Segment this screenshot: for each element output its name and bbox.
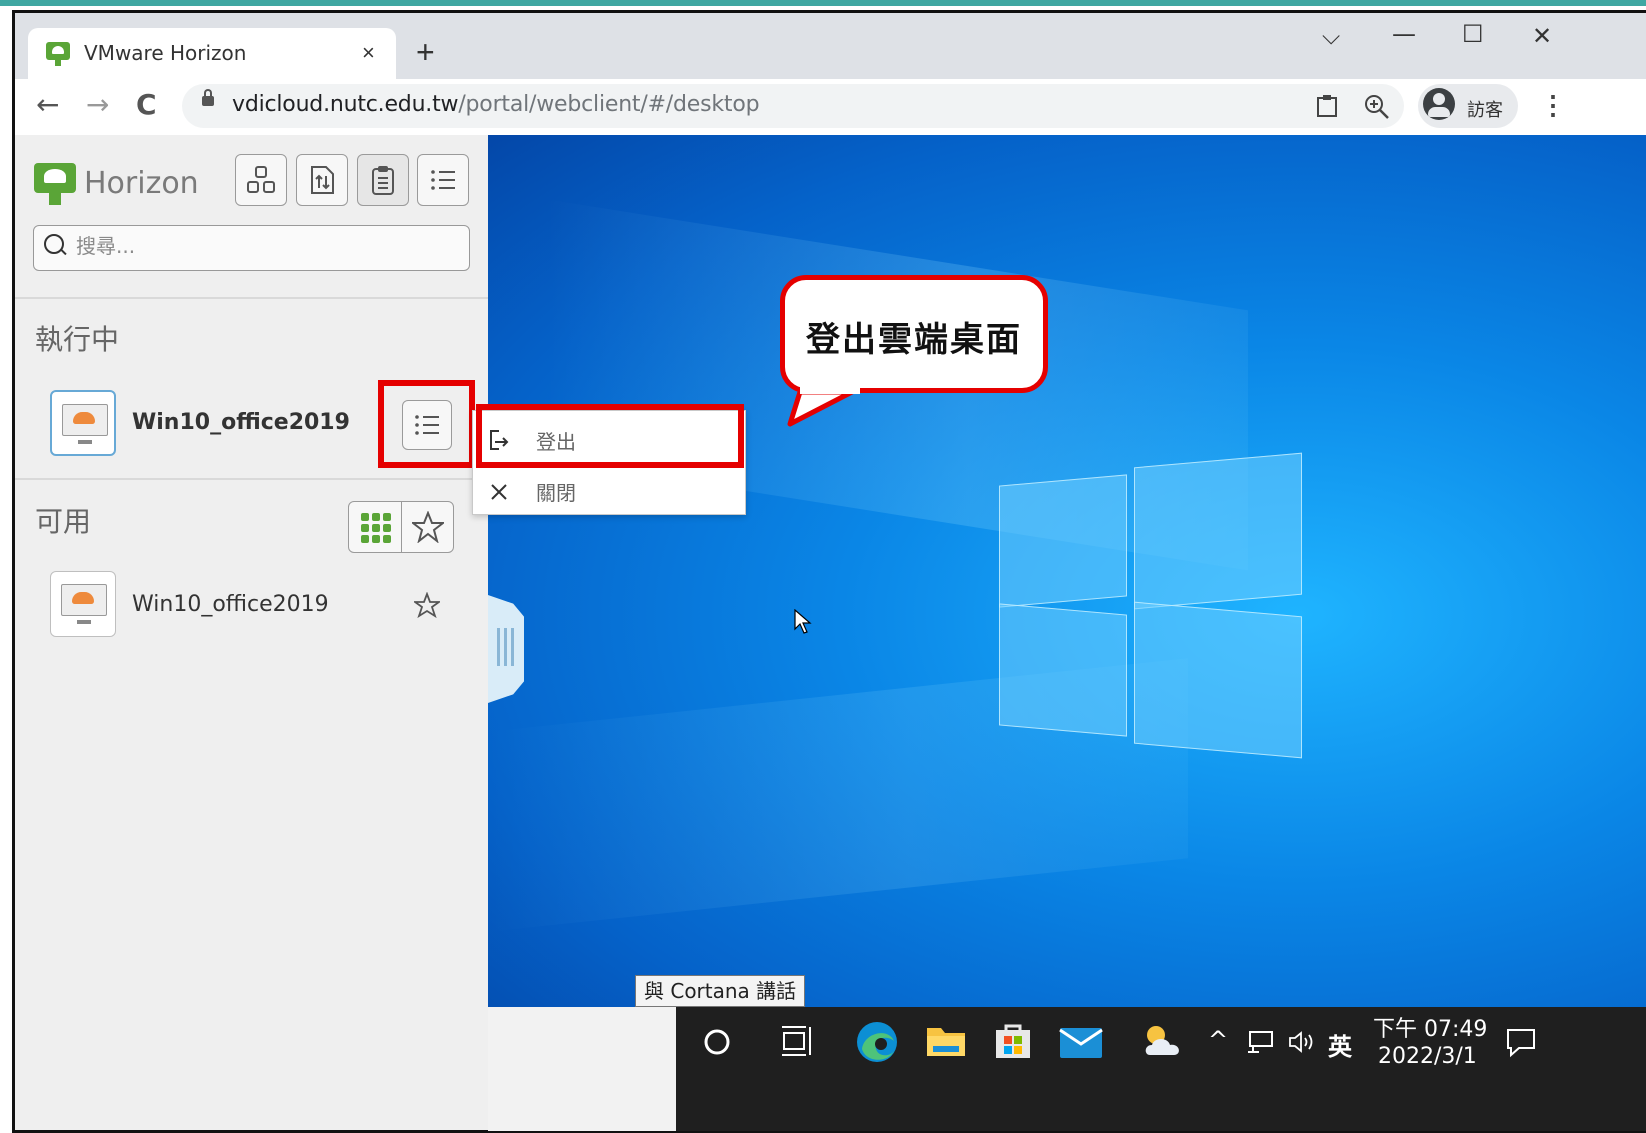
network-icon[interactable] [1245, 1029, 1277, 1055]
input-language-indicator[interactable]: 英 [1328, 1027, 1352, 1062]
taskbar-search-area[interactable] [488, 1007, 676, 1131]
windows-logo-pane [1134, 601, 1302, 759]
mail-icon[interactable] [1058, 1022, 1104, 1060]
multi-desktop-button[interactable] [235, 154, 287, 206]
tab-title: VMware Horizon [84, 41, 247, 65]
highlight-menu-button-box [378, 380, 475, 468]
edge-browser-icon[interactable] [854, 1019, 900, 1065]
cloud-icon [72, 592, 94, 604]
tab-search-dropdown-icon[interactable]: ⌵ [1322, 22, 1340, 50]
url-domain: vdicloud.nutc.edu.tw [232, 92, 459, 117]
sidebar-menu-button[interactable] [417, 154, 469, 206]
clock-time[interactable]: 下午 07:49 [1373, 1011, 1487, 1043]
maximize-button[interactable]: ☐ [1462, 20, 1484, 48]
microsoft-store-icon[interactable] [992, 1020, 1034, 1062]
remote-desktop-view[interactable] [488, 135, 1646, 1007]
clipboard-icon[interactable] [1315, 94, 1339, 118]
running-desktop-icon[interactable] [50, 390, 116, 456]
url-path: /portal/webclient/#/desktop [458, 92, 760, 117]
horizon-logo-text: Horizon [84, 166, 199, 201]
search-icon [44, 234, 64, 254]
lock-icon[interactable] [202, 89, 214, 106]
guest-avatar-icon [1423, 88, 1455, 120]
windows-logo-pane [1134, 452, 1302, 610]
apps-grid-icon [247, 166, 275, 193]
tab-close-icon[interactable]: × [362, 40, 375, 66]
windows-logo-pane [999, 603, 1127, 737]
new-tab-button[interactable]: + [416, 34, 435, 70]
monitor-base [77, 620, 91, 624]
search-input[interactable] [74, 230, 458, 262]
minimize-button[interactable]: — [1392, 20, 1416, 48]
back-button[interactable]: ← [36, 88, 59, 121]
profile-label: 訪客 [1467, 100, 1503, 120]
running-section-title: 執行中 [35, 323, 120, 356]
windows-logo-pane [999, 474, 1127, 608]
horizon-logo-icon [34, 163, 76, 193]
callout-tail-cover [800, 384, 860, 394]
url-text[interactable]: vdicloud.nutc.edu.tw/portal/webclient/#/… [232, 92, 760, 117]
menu-item-close-label: 關閉 [536, 481, 576, 505]
sidebar-divider [15, 297, 488, 299]
list-icon [431, 170, 455, 190]
top-accent-bar [0, 0, 1646, 6]
zoom-icon[interactable] [1364, 94, 1390, 120]
handle-grip-line [511, 628, 514, 666]
available-desktop-name[interactable]: Win10_office2019 [132, 592, 329, 617]
clipboard-icon [372, 166, 394, 195]
volume-icon[interactable] [1287, 1028, 1319, 1056]
highlight-logout-box [476, 404, 744, 468]
running-desktop-name[interactable]: Win10_office2019 [132, 410, 350, 435]
favorite-star-icon[interactable] [414, 592, 440, 618]
browser-menu-icon[interactable]: ⋮ [1540, 90, 1566, 121]
forward-button[interactable]: → [86, 88, 109, 121]
available-desktop-icon[interactable] [50, 571, 116, 637]
callout-text: 登出雲端桌面 [806, 320, 1022, 360]
sidebar-divider [15, 478, 488, 480]
handle-grip-line [504, 628, 507, 666]
file-transfer-icon [311, 166, 334, 194]
grid-view-icon[interactable] [360, 512, 392, 544]
handle-grip-line [497, 628, 500, 666]
menu-item-close[interactable] [472, 464, 744, 514]
horizon-logo-stand [49, 193, 61, 205]
favorites-filter-star-icon[interactable] [412, 511, 444, 543]
available-section-title: 可用 [35, 505, 92, 538]
monitor-base [78, 440, 92, 444]
clipboard-button[interactable] [357, 154, 409, 206]
mouse-cursor-icon [794, 609, 812, 634]
file-transfer-button[interactable] [296, 154, 348, 206]
clock-date[interactable]: 2022/3/1 [1378, 1044, 1477, 1069]
cortana-icon[interactable] [701, 1026, 733, 1058]
notification-center-icon[interactable] [1505, 1026, 1537, 1058]
close-icon [491, 484, 507, 500]
close-window-button[interactable]: ✕ [1532, 22, 1552, 50]
cortana-tooltip: 與 Cortana 講話 [635, 975, 806, 1007]
weather-icon[interactable] [1140, 1021, 1184, 1061]
file-explorer-icon[interactable] [925, 1022, 967, 1060]
cloud-icon [73, 412, 95, 424]
reload-button[interactable]: C [136, 88, 157, 121]
task-view-icon[interactable] [780, 1024, 816, 1058]
horizon-favicon-icon [46, 42, 70, 66]
tray-overflow-chevron-icon[interactable]: ^ [1208, 1026, 1228, 1054]
